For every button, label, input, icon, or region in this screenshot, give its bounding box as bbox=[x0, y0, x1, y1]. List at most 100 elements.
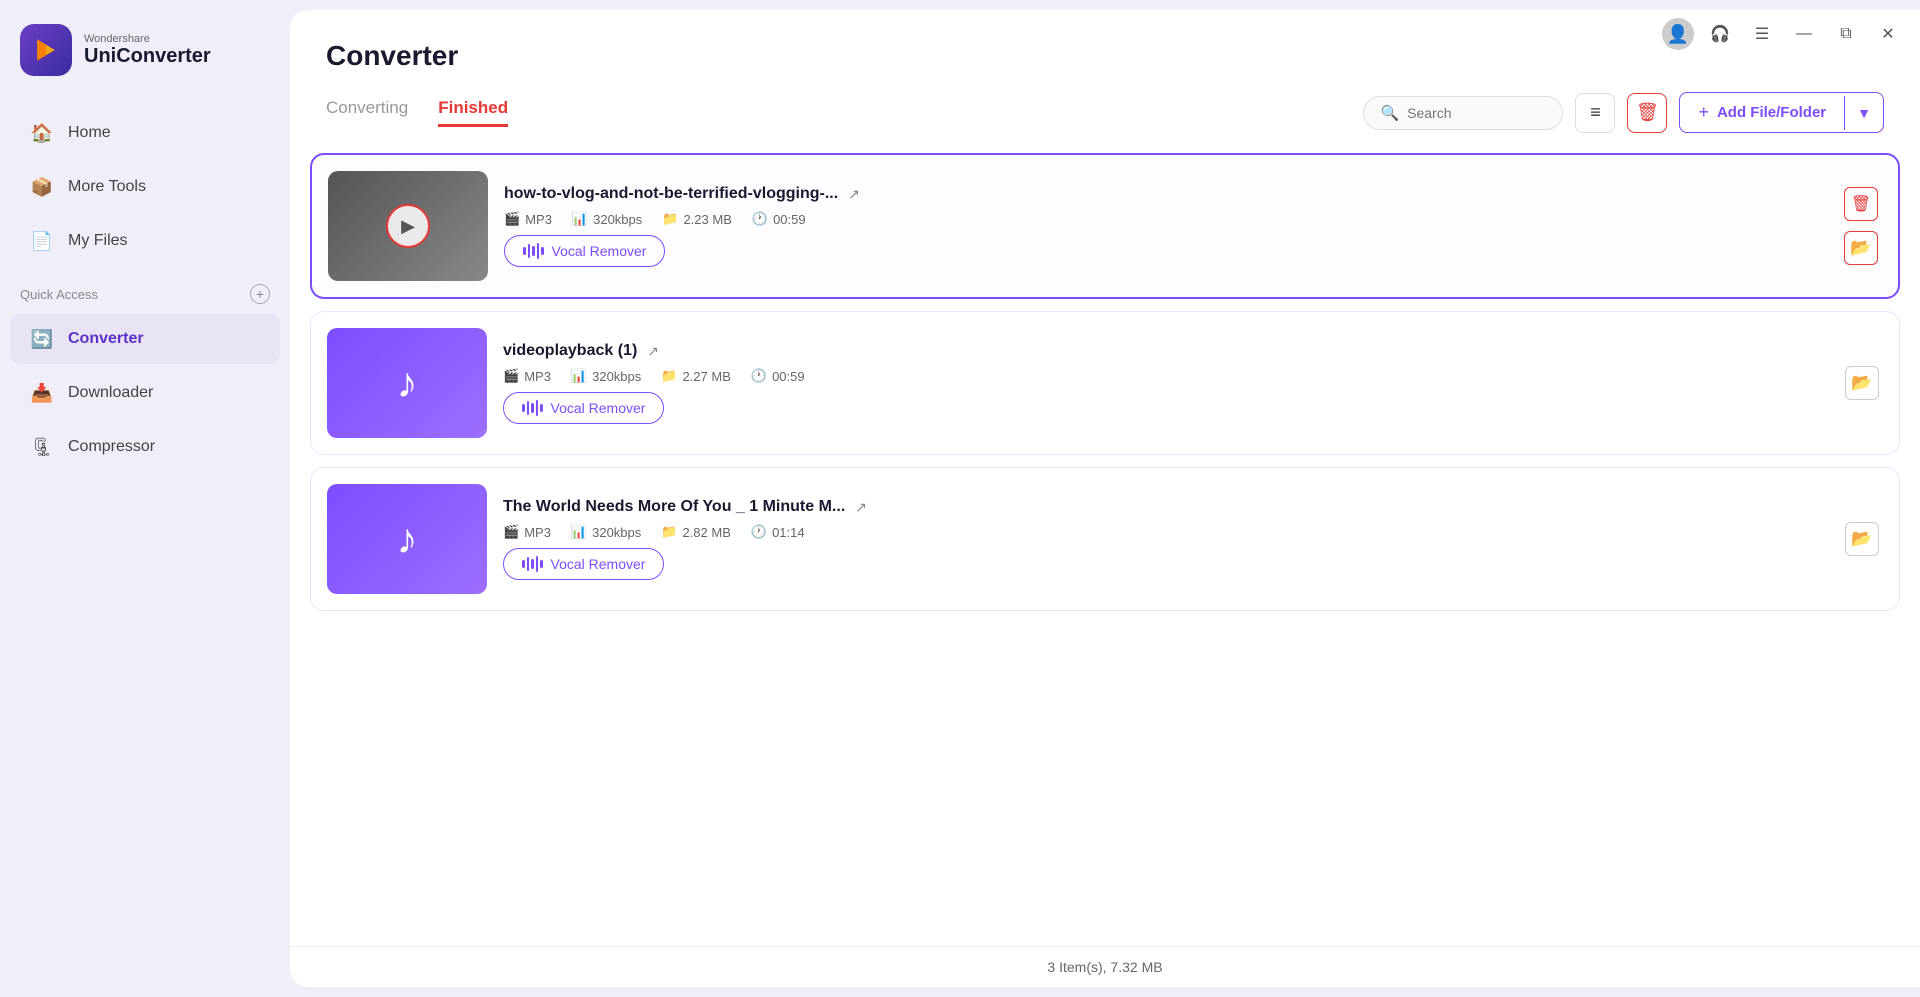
format-value-1: MP3 bbox=[525, 212, 552, 227]
wave-bar bbox=[522, 560, 525, 568]
toolbar-right: 🔍 ≡ 🗑 + Add File/Folder ▼ bbox=[1363, 92, 1884, 133]
file-name-row-3: The World Needs More Of You _ 1 Minute M… bbox=[503, 498, 1829, 516]
list-view-button[interactable]: ≡ bbox=[1575, 93, 1615, 133]
maximize-button[interactable]: ⧉ bbox=[1830, 18, 1862, 50]
sidebar-item-compressor[interactable]: 🗜 Compressor bbox=[10, 422, 280, 472]
file-name-row-1: how-to-vlog-and-not-be-terrified-vloggin… bbox=[504, 185, 1828, 203]
sidebar-item-downloader[interactable]: 📥 Downloader bbox=[10, 368, 280, 418]
wave-bar bbox=[536, 556, 539, 572]
sidebar-item-my-files-label: My Files bbox=[68, 232, 128, 250]
open-file-icon-3[interactable]: ↗ bbox=[855, 499, 867, 516]
play-button-1[interactable]: ▶ bbox=[386, 204, 430, 248]
titlebar: 👤 🎧 ☰ — ⧉ ✕ bbox=[1662, 18, 1904, 50]
clock-icon-2: 🕐 bbox=[751, 368, 767, 384]
logo-name: UniConverter bbox=[84, 45, 211, 68]
tab-converting[interactable]: Converting bbox=[326, 98, 408, 127]
file-item-1: ▶ how-to-vlog-and-not-be-terrified-vlogg… bbox=[310, 153, 1900, 299]
user-avatar-button[interactable]: 👤 bbox=[1662, 18, 1694, 50]
quick-access-add-button[interactable]: + bbox=[250, 284, 270, 304]
sidebar-item-converter[interactable]: 🔄 Converter bbox=[10, 314, 280, 364]
delete-button-1[interactable]: 🗑 bbox=[1844, 187, 1878, 221]
open-folder-button-1[interactable]: 📂 bbox=[1844, 231, 1878, 265]
menu-button[interactable]: ☰ bbox=[1746, 18, 1778, 50]
duration-value-2: 00:59 bbox=[772, 369, 805, 384]
my-files-icon: 📄 bbox=[30, 229, 54, 253]
audio-thumbnail-3: ♪ bbox=[327, 484, 487, 594]
logo-brand: Wondershare bbox=[84, 33, 211, 45]
meta-format-1: 🎬 MP3 bbox=[504, 211, 552, 227]
clock-icon-3: 🕐 bbox=[751, 524, 767, 540]
file-name-2: videoplayback (1) bbox=[503, 342, 637, 360]
close-button[interactable]: ✕ bbox=[1872, 18, 1904, 50]
wave-bar bbox=[527, 401, 530, 415]
meta-format-3: 🎬 MP3 bbox=[503, 524, 551, 540]
status-text: 3 Item(s), 7.32 MB bbox=[1047, 959, 1162, 975]
folder-icon-1: 📂 bbox=[1850, 238, 1871, 258]
page-title: Converter bbox=[326, 40, 1884, 72]
duration-value-3: 01:14 bbox=[772, 525, 805, 540]
quick-access-section: Quick Access + bbox=[0, 268, 290, 312]
wave-bar bbox=[523, 247, 526, 255]
minimize-button[interactable]: — bbox=[1788, 18, 1820, 50]
tab-finished[interactable]: Finished bbox=[438, 98, 508, 127]
vocal-remover-button-3[interactable]: Vocal Remover bbox=[503, 548, 664, 580]
video-icon-3: 🎬 bbox=[503, 524, 519, 540]
sidebar-item-more-tools[interactable]: 📦 More Tools bbox=[10, 162, 280, 212]
headphone-button[interactable]: 🎧 bbox=[1704, 18, 1736, 50]
sidebar-item-home[interactable]: 🏠 Home bbox=[10, 108, 280, 158]
size-value-1: 2.23 MB bbox=[683, 212, 731, 227]
add-file-arrow-button[interactable]: ▼ bbox=[1844, 96, 1883, 130]
video-icon-1: 🎬 bbox=[504, 211, 520, 227]
file-name-1: how-to-vlog-and-not-be-terrified-vloggin… bbox=[504, 185, 838, 203]
vocal-remover-button-1[interactable]: Vocal Remover bbox=[504, 235, 665, 267]
open-file-icon-2[interactable]: ↗ bbox=[647, 343, 659, 360]
file-info-3: The World Needs More Of You _ 1 Minute M… bbox=[503, 498, 1829, 580]
file-meta-1: 🎬 MP3 📊 320kbps 📁 2.23 MB 🕐 bbox=[504, 211, 1828, 227]
size-icon-2: 📁 bbox=[661, 368, 677, 384]
wave-bar bbox=[522, 404, 525, 412]
vocal-remover-button-2[interactable]: Vocal Remover bbox=[503, 392, 664, 424]
quick-access-label: Quick Access bbox=[20, 287, 98, 302]
add-file-folder-button[interactable]: + Add File/Folder ▼ bbox=[1679, 92, 1884, 133]
file-thumb-2: ♪ bbox=[327, 328, 487, 438]
tabs: Converting Finished bbox=[326, 98, 508, 127]
user-icon: 👤 bbox=[1667, 24, 1689, 45]
app-layout: Wondershare UniConverter 🏠 Home 📦 More T… bbox=[0, 0, 1920, 997]
open-folder-button-3[interactable]: 📂 bbox=[1845, 522, 1879, 556]
converter-icon: 🔄 bbox=[30, 327, 54, 351]
vocal-remover-label-1: Vocal Remover bbox=[552, 243, 647, 259]
meta-bitrate-1: 📊 320kbps bbox=[572, 211, 642, 227]
wave-bar bbox=[536, 400, 539, 416]
open-file-icon-1[interactable]: ↗ bbox=[848, 186, 860, 203]
meta-duration-2: 🕐 00:59 bbox=[751, 368, 805, 384]
status-bar: 3 Item(s), 7.32 MB bbox=[290, 946, 1920, 987]
file-info-2: videoplayback (1) ↗ 🎬 MP3 📊 320kbps bbox=[503, 342, 1829, 424]
meta-size-1: 📁 2.23 MB bbox=[662, 211, 732, 227]
vocal-wave-icon-2 bbox=[522, 400, 543, 416]
sidebar-item-home-label: Home bbox=[68, 124, 111, 142]
open-folder-button-2[interactable]: 📂 bbox=[1845, 366, 1879, 400]
bitrate-value-3: 320kbps bbox=[592, 525, 641, 540]
folder-icon-2: 📂 bbox=[1851, 373, 1872, 393]
delete-icon-1: 🗑 bbox=[1851, 194, 1871, 214]
search-box[interactable]: 🔍 bbox=[1363, 96, 1563, 130]
vocal-wave-icon-3 bbox=[522, 556, 543, 572]
logo-area: Wondershare UniConverter bbox=[0, 0, 290, 106]
sidebar-item-my-files[interactable]: 📄 My Files bbox=[10, 216, 280, 266]
duration-value-1: 00:59 bbox=[773, 212, 806, 227]
size-value-2: 2.27 MB bbox=[682, 369, 730, 384]
search-input[interactable] bbox=[1407, 105, 1547, 121]
meta-duration-3: 🕐 01:14 bbox=[751, 524, 805, 540]
tab-finished-label: Finished bbox=[438, 98, 508, 117]
file-name-row-2: videoplayback (1) ↗ bbox=[503, 342, 1829, 360]
file-actions-2: 📂 bbox=[1845, 366, 1883, 400]
delete-all-icon: 🗑 bbox=[1636, 102, 1659, 123]
delete-all-button[interactable]: 🗑 bbox=[1627, 93, 1667, 133]
chevron-down-icon: ▼ bbox=[1857, 105, 1871, 121]
meta-bitrate-2: 📊 320kbps bbox=[571, 368, 641, 384]
add-file-main[interactable]: + Add File/Folder bbox=[1680, 93, 1844, 132]
bitrate-icon-2: 📊 bbox=[571, 368, 587, 384]
video-thumbnail-1: ▶ bbox=[328, 171, 488, 281]
size-icon-1: 📁 bbox=[662, 211, 678, 227]
meta-bitrate-3: 📊 320kbps bbox=[571, 524, 641, 540]
